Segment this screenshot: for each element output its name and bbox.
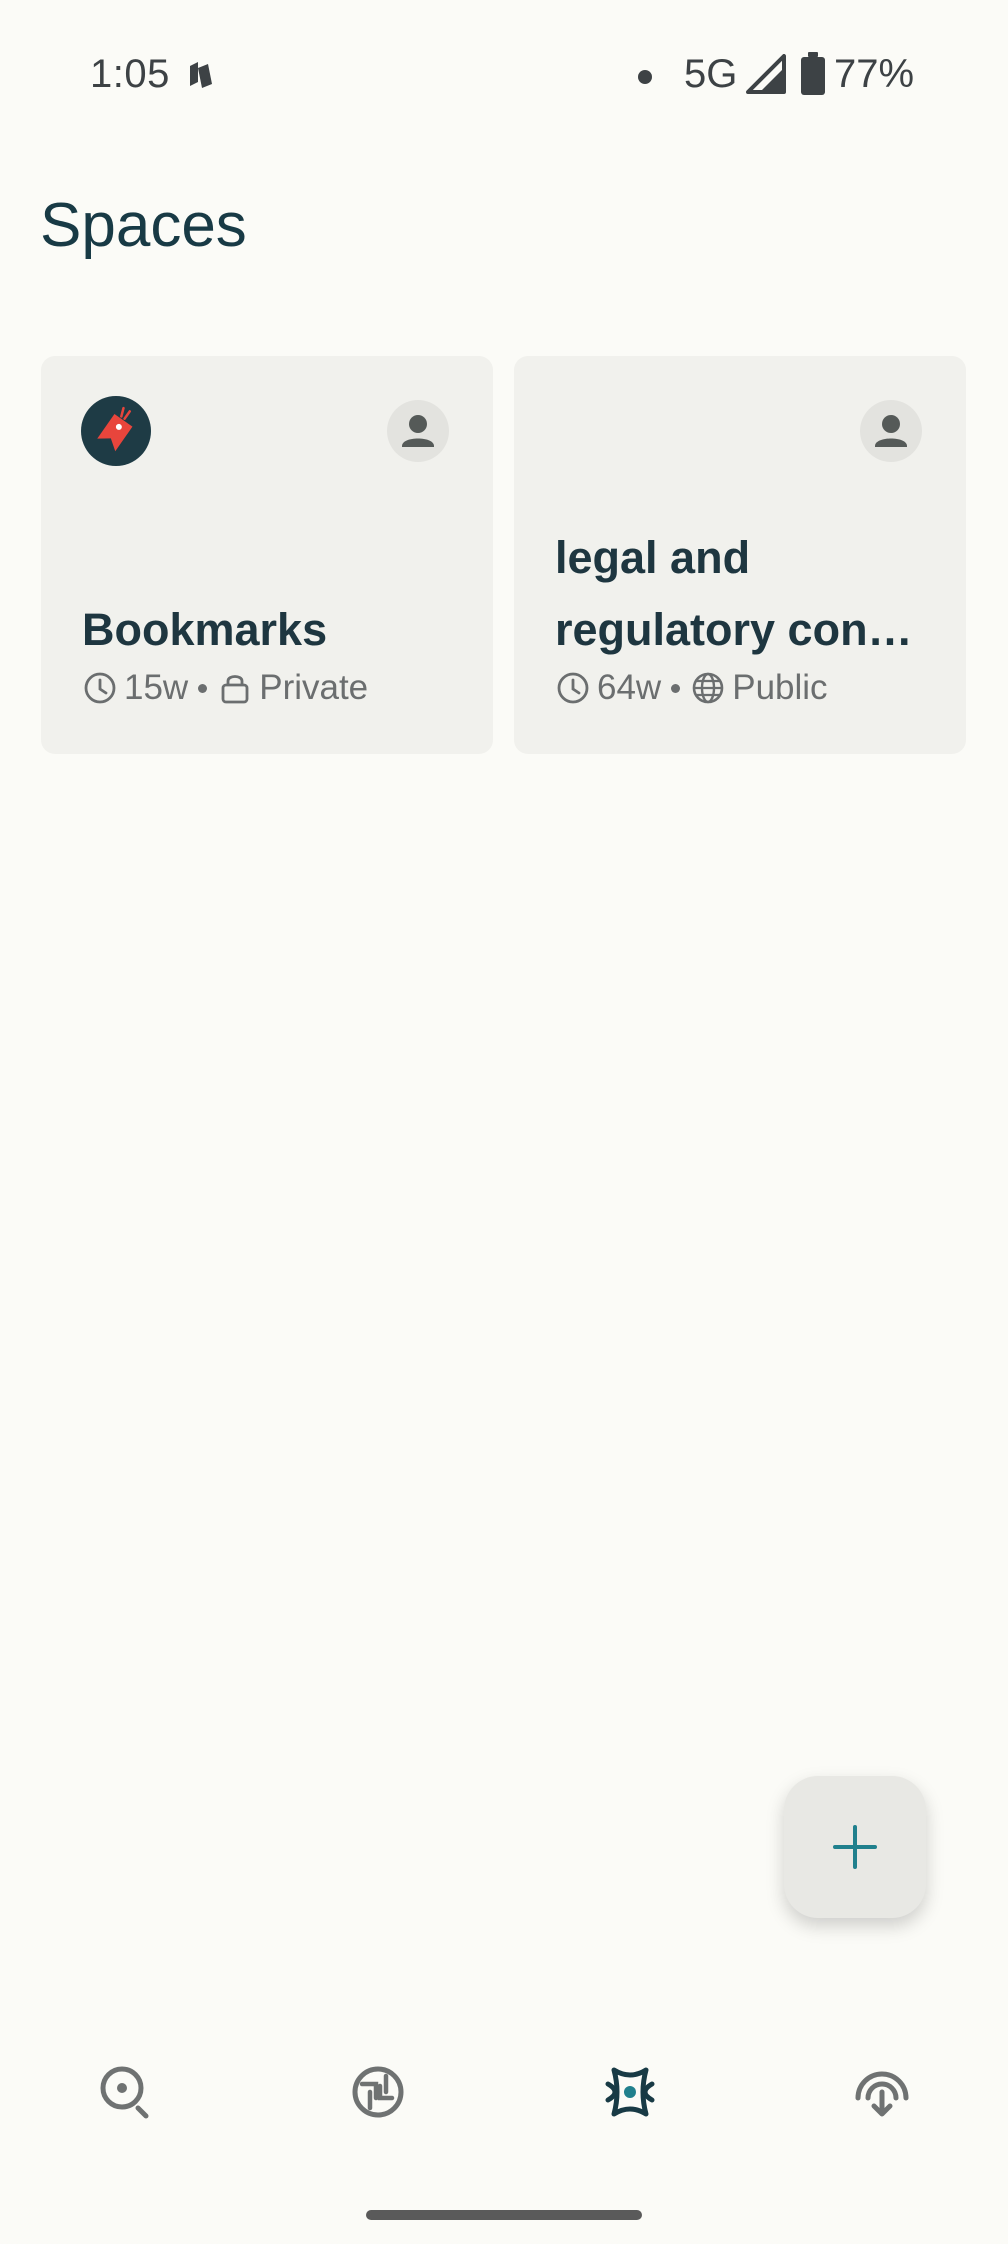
signal-icon <box>746 54 786 94</box>
status-bar: 1:05 5G 77% <box>0 0 1008 150</box>
space-title: Bookmarks <box>82 604 328 655</box>
person-icon <box>402 415 434 447</box>
space-card-legal[interactable]: legal and regulatory con… 64w Public <box>514 356 966 754</box>
globe-icon <box>692 672 724 704</box>
page-title: Spaces <box>40 191 247 260</box>
battery-icon <box>801 52 825 95</box>
nav-spaces[interactable] <box>600 2062 660 2122</box>
network-type: 5G <box>684 52 738 96</box>
create-space-button[interactable] <box>784 1776 926 1918</box>
battery-percentage: 77% <box>834 52 915 96</box>
space-age: 64w <box>597 668 662 707</box>
notification-dot-icon <box>638 70 652 84</box>
space-card-bookmarks[interactable]: Bookmarks 15w Private <box>41 356 493 754</box>
space-visibility: Public <box>732 668 828 707</box>
plus-icon <box>833 1825 877 1869</box>
bottom-nav <box>0 2040 1008 2150</box>
separator-dot <box>671 683 681 693</box>
discover-icon <box>352 2066 404 2118</box>
avatar[interactable] <box>860 400 922 462</box>
spaces-icon <box>605 2067 655 2117</box>
avatar[interactable] <box>387 400 449 462</box>
library-icon <box>855 2071 909 2117</box>
lock-icon <box>221 675 249 704</box>
bookmark-emoji-icon <box>81 396 151 466</box>
nav-library[interactable] <box>852 2062 912 2122</box>
clock-icon <box>557 672 589 704</box>
app-notification-icon <box>190 62 212 88</box>
space-age: 15w <box>124 668 189 707</box>
clock-icon <box>84 672 116 704</box>
nav-search[interactable] <box>96 2062 156 2122</box>
separator-dot <box>198 683 208 693</box>
person-icon <box>875 415 907 447</box>
space-visibility: Private <box>259 668 369 707</box>
search-icon <box>100 2066 149 2119</box>
space-meta: 64w Public <box>555 668 828 708</box>
home-indicator[interactable] <box>366 2210 642 2220</box>
status-time: 1:05 <box>90 52 170 96</box>
nav-discover[interactable] <box>348 2062 408 2122</box>
space-title: legal and regulatory con… <box>555 532 913 655</box>
space-meta: 15w Private <box>82 668 368 708</box>
